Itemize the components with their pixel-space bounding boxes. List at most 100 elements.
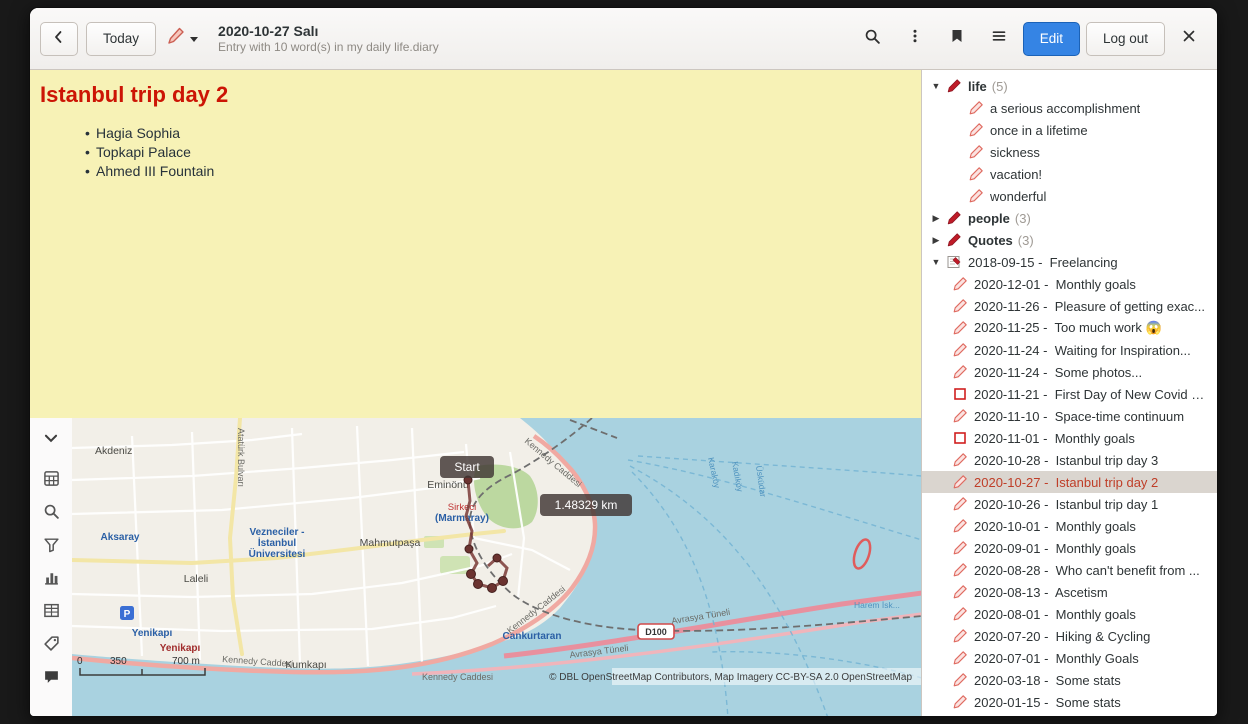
tree-entry-row[interactable]: 2020-10-27 - Istanbul trip day 2	[922, 471, 1217, 493]
bookmarks-button[interactable]	[939, 22, 975, 56]
entry-label: 2020-10-27 - Istanbul trip day 2	[974, 475, 1158, 490]
search-icon[interactable]	[38, 499, 64, 523]
tag-name: people	[968, 211, 1010, 226]
tag-icon[interactable]	[38, 631, 64, 655]
back-button[interactable]	[40, 22, 78, 56]
entry-label: 2020-10-26 - Istanbul trip day 1	[974, 497, 1158, 512]
map-label: Atatürk Bulvarı	[236, 428, 246, 487]
expander-icon[interactable]: ▶	[928, 213, 944, 224]
tree-entry-row[interactable]: 2020-12-01 - Monthly goals	[922, 273, 1217, 295]
tag-name: Quotes	[968, 233, 1013, 248]
expander-icon[interactable]: ▶	[928, 235, 944, 246]
entry-editor[interactable]: Istanbul trip day 2 Hagia Sophia Topkapi…	[30, 70, 921, 418]
tree-entry-row[interactable]: 2020-07-20 - Hiking & Cycling	[922, 625, 1217, 647]
comment-icon[interactable]	[38, 664, 64, 688]
calendar-grid-icon[interactable]	[38, 466, 64, 490]
entry-label: 2020-11-21 - First Day of New Covid R...	[974, 387, 1211, 402]
tree-subtag-row[interactable]: sickness	[922, 141, 1217, 163]
red-square-icon	[952, 430, 968, 446]
map-label: Laleli	[184, 573, 209, 585]
pencil-outline-icon	[952, 298, 968, 314]
entry-label: 2020-03-18 - Some stats	[974, 673, 1121, 688]
map-label: Mahmutpaşa	[360, 537, 421, 549]
map-label: İstanbul	[258, 536, 297, 549]
tree-entry-row[interactable]: 2020-08-28 - Who can't benefit from ...	[922, 559, 1217, 581]
tree-entry-row[interactable]: 2020-01-15 - Some stats	[922, 691, 1217, 713]
map-label: Harem İsk...	[854, 600, 900, 610]
pencil-outline-icon	[952, 518, 968, 534]
tree-entry-row[interactable]: 2020-11-25 - Too much work 😱	[922, 317, 1217, 339]
entry-subtitle: Entry with 10 word(s) in my daily life.d…	[218, 40, 439, 56]
map[interactable]: P Akdeniz Atatürk Bulvarı Aksaray Veznec…	[72, 418, 921, 716]
main-menu-button[interactable]	[981, 22, 1017, 56]
pencil-outline-icon	[952, 540, 968, 556]
map-label: Sirkeci	[448, 502, 477, 513]
svg-text:P: P	[124, 609, 131, 620]
tag-count: (5)	[992, 79, 1008, 94]
pencil-outline-icon	[968, 188, 984, 204]
tree-entry-row[interactable]: 2020-11-10 - Space-time continuum	[922, 405, 1217, 427]
entry-pane: Istanbul trip day 2 Hagia Sophia Topkapi…	[30, 70, 922, 716]
map-label: Eminönü	[427, 479, 469, 491]
tag-count: (3)	[1018, 233, 1034, 248]
pencil-icon	[166, 26, 186, 51]
tree-entry-row[interactable]: 2020-10-28 - Istanbul trip day 3	[922, 449, 1217, 471]
entry-label: 2020-08-28 - Who can't benefit from ...	[974, 563, 1200, 578]
template-menu-button[interactable]	[164, 22, 200, 56]
subtag-label: vacation!	[990, 167, 1042, 182]
tree-subtag-row[interactable]: once in a lifetime	[922, 119, 1217, 141]
tree-tag-row[interactable]: ▶people(3)	[922, 207, 1217, 229]
tree-entry-row[interactable]: 2020-09-01 - Monthly goals	[922, 537, 1217, 559]
journal-label: 2018-09-15 - Freelancing	[968, 255, 1118, 270]
logout-button[interactable]: Log out	[1086, 22, 1165, 56]
tree-entry-row[interactable]: 2020-10-01 - Monthly goals	[922, 515, 1217, 537]
map-label: Akdeniz	[95, 445, 132, 457]
edit-button[interactable]: Edit	[1023, 22, 1080, 56]
table-icon[interactable]	[38, 598, 64, 622]
map-label: Yenikapı	[160, 643, 201, 654]
tree-entry-row[interactable]: 2020-08-01 - Monthly goals	[922, 603, 1217, 625]
tree-subtag-row[interactable]: wonderful	[922, 185, 1217, 207]
tree-subtag-row[interactable]: a serious accomplishment	[922, 97, 1217, 119]
search-icon	[864, 28, 881, 50]
tree-entry-row[interactable]: 2020-03-18 - Some stats	[922, 669, 1217, 691]
tree-entry-row[interactable]: 2020-11-24 - Some photos...	[922, 361, 1217, 383]
chevron-left-icon	[51, 29, 67, 48]
expander-icon[interactable]: ▼	[928, 81, 944, 91]
headerbar: Today 2020-10-27 Salı Entry with 10 word…	[30, 8, 1217, 70]
tree-entry-row[interactable]: 2020-11-26 - Pleasure of getting exac...	[922, 295, 1217, 317]
tree-entry-row[interactable]: 2020-11-24 - Waiting for Inspiration...	[922, 339, 1217, 361]
entry-label: 2020-11-24 - Waiting for Inspiration...	[974, 343, 1191, 358]
expander-icon[interactable]: ▼	[928, 257, 944, 267]
tree-entry-row[interactable]: 2020-10-26 - Istanbul trip day 1	[922, 493, 1217, 515]
svg-text:Start: Start	[454, 460, 480, 474]
map-label: Üniversitesi	[249, 547, 306, 560]
today-button[interactable]: Today	[86, 22, 156, 56]
tree-tag-row[interactable]: ▼life(5)	[922, 75, 1217, 97]
svg-text:0: 0	[77, 656, 83, 667]
tree-entry-row[interactable]: 2020-11-01 - Monthly goals	[922, 427, 1217, 449]
entry-title-block: 2020-10-27 Salı Entry with 10 word(s) in…	[218, 22, 439, 56]
red-square-icon	[952, 386, 968, 402]
pencil-outline-icon	[952, 320, 968, 336]
pencil-red-icon	[946, 78, 962, 94]
close-button[interactable]	[1171, 22, 1207, 56]
collapse-chevron-icon[interactable]	[38, 426, 64, 450]
chart-icon[interactable]	[38, 565, 64, 589]
tree-entry-row[interactable]: 2020-07-01 - Monthly Goals	[922, 647, 1217, 669]
tree-journal-row[interactable]: ▼ 2018-09-15 - Freelancing	[922, 251, 1217, 273]
content-area: Istanbul trip day 2 Hagia Sophia Topkapi…	[30, 70, 1217, 716]
filter-icon[interactable]	[38, 532, 64, 556]
tree-tag-row[interactable]: ▶ Quotes (3)	[922, 229, 1217, 251]
more-options-button[interactable]	[897, 22, 933, 56]
entry-label: 2020-01-15 - Some stats	[974, 695, 1121, 710]
pencil-outline-icon	[952, 342, 968, 358]
search-button[interactable]	[855, 22, 891, 56]
pencil-red-icon	[946, 210, 962, 226]
close-icon	[1181, 28, 1197, 49]
subtag-label: a serious accomplishment	[990, 101, 1140, 116]
map-label: (Marmaray)	[435, 513, 489, 524]
tree-entry-row[interactable]: 2020-11-21 - First Day of New Covid R...	[922, 383, 1217, 405]
tree-entry-row[interactable]: 2020-08-13 - Ascetism	[922, 581, 1217, 603]
tree-subtag-row[interactable]: vacation!	[922, 163, 1217, 185]
